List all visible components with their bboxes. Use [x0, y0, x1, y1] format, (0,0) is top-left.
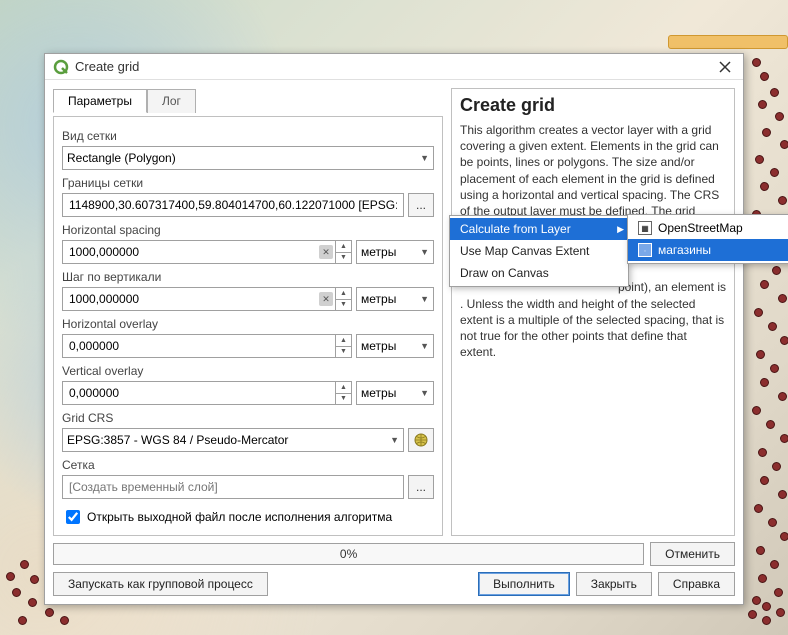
create-grid-dialog: Create grid Параметры Лог Вид сетки Rect… [44, 53, 744, 605]
vspacing-unit[interactable]: метры▼ [356, 287, 434, 311]
spin-steppers[interactable]: ▲▼ [335, 335, 351, 357]
output-options-button[interactable]: ... [408, 475, 434, 499]
crs-label: Grid CRS [62, 411, 434, 425]
chevron-down-icon: ▼ [420, 153, 429, 163]
step-up-icon[interactable]: ▲ [336, 241, 351, 253]
step-up-icon[interactable]: ▲ [336, 335, 351, 347]
vspacing-input[interactable]: ✕ ▲▼ [62, 287, 352, 311]
close-icon [719, 61, 731, 73]
progress-bar: 0% [53, 543, 644, 565]
voverlay-value[interactable] [67, 385, 317, 401]
progress-text: 0% [340, 547, 357, 561]
parameters-form: Вид сетки Rectangle (Polygon) ▼ Границы … [53, 116, 443, 536]
titlebar: Create grid [45, 54, 743, 80]
ellipsis-icon: ... [416, 480, 426, 494]
window-title: Create grid [75, 59, 715, 74]
hoverlay-unit[interactable]: метры▼ [356, 334, 434, 358]
submenu-layer-osm[interactable]: ▦ OpenStreetMap [628, 217, 788, 239]
qgis-icon [53, 59, 69, 75]
help-title: Create grid [460, 95, 726, 116]
step-up-icon[interactable]: ▲ [336, 382, 351, 394]
left-pane: Параметры Лог Вид сетки Rectangle (Polyg… [53, 88, 443, 536]
extent-value[interactable] [67, 197, 399, 213]
close-button[interactable] [715, 57, 735, 77]
close-button[interactable]: Закрыть [576, 572, 652, 596]
hspacing-value[interactable] [67, 244, 317, 260]
run-button[interactable]: Выполнить [478, 572, 570, 596]
menu-draw-on-canvas[interactable]: Draw on Canvas [450, 262, 628, 284]
step-down-icon[interactable]: ▼ [336, 394, 351, 405]
chevron-down-icon: ▼ [390, 435, 399, 445]
extent-input[interactable] [62, 193, 404, 217]
road-badge [668, 35, 788, 49]
point-layer-icon: ∙ [638, 243, 652, 257]
output-label: Сетка [62, 458, 434, 472]
open-after-checkbox[interactable] [66, 510, 80, 524]
menu-use-canvas-extent[interactable]: Use Map Canvas Extent [450, 240, 628, 262]
output-value[interactable] [67, 479, 399, 495]
step-down-icon[interactable]: ▼ [336, 300, 351, 311]
ellipsis-icon: ... [416, 198, 426, 212]
cancel-button[interactable]: Отменить [650, 542, 735, 566]
extent-options-button[interactable]: ... [408, 193, 434, 217]
menu-calc-from-layer[interactable]: Calculate from Layer ▶ [450, 218, 628, 240]
hoverlay-value[interactable] [67, 338, 317, 354]
tab-log[interactable]: Лог [147, 89, 196, 113]
clear-icon[interactable]: ✕ [319, 292, 333, 306]
submenu-layer-shops[interactable]: ∙ магазины [628, 239, 788, 261]
help-paragraph-3: . Unless the width and height of the sel… [460, 296, 726, 361]
chevron-right-icon: ▶ [617, 224, 624, 235]
extent-label: Границы сетки [62, 176, 434, 190]
hspacing-label: Horizontal spacing [62, 223, 434, 237]
voverlay-unit[interactable]: метры▼ [356, 381, 434, 405]
clear-icon[interactable]: ✕ [319, 245, 333, 259]
batch-button[interactable]: Запускать как групповой процесс [53, 572, 268, 596]
open-after-label: Открыть выходной файл после исполнения а… [87, 510, 392, 524]
spin-steppers[interactable]: ▲▼ [335, 241, 351, 263]
crs-value: EPSG:3857 - WGS 84 / Pseudo-Mercator [67, 433, 288, 447]
raster-layer-icon: ▦ [638, 221, 652, 235]
output-input[interactable] [62, 475, 404, 499]
tabs: Параметры Лог [53, 88, 443, 112]
crs-select-button[interactable] [408, 428, 434, 452]
hspacing-input[interactable]: ✕ ▲▼ [62, 240, 352, 264]
help-button[interactable]: Справка [658, 572, 735, 596]
step-down-icon[interactable]: ▼ [336, 253, 351, 264]
step-down-icon[interactable]: ▼ [336, 347, 351, 358]
extent-menu: Calculate from Layer ▶ Use Map Canvas Ex… [449, 215, 629, 287]
crs-combo[interactable]: EPSG:3857 - WGS 84 / Pseudo-Mercator ▼ [62, 428, 404, 452]
tab-parameters[interactable]: Параметры [53, 89, 147, 113]
chevron-down-icon: ▼ [420, 247, 429, 257]
hspacing-unit[interactable]: метры▼ [356, 240, 434, 264]
spin-steppers[interactable]: ▲▼ [335, 382, 351, 404]
grid-type-combo[interactable]: Rectangle (Polygon) ▼ [62, 146, 434, 170]
voverlay-label: Vertical overlay [62, 364, 434, 378]
hoverlay-label: Horizontal overlay [62, 317, 434, 331]
grid-type-label: Вид сетки [62, 129, 434, 143]
chevron-down-icon: ▼ [420, 388, 429, 398]
hoverlay-input[interactable]: ▲▼ [62, 334, 352, 358]
voverlay-input[interactable]: ▲▼ [62, 381, 352, 405]
vspacing-value[interactable] [67, 291, 317, 307]
step-up-icon[interactable]: ▲ [336, 288, 351, 300]
vspacing-label: Шаг по вертикали [62, 270, 434, 284]
spin-steppers[interactable]: ▲▼ [335, 288, 351, 310]
help-pane: Create grid This algorithm creates a vec… [451, 88, 735, 536]
chevron-down-icon: ▼ [420, 341, 429, 351]
chevron-down-icon: ▼ [420, 294, 429, 304]
grid-type-value: Rectangle (Polygon) [67, 151, 176, 165]
globe-icon [413, 432, 429, 448]
layer-submenu: ▦ OpenStreetMap ∙ магазины [627, 214, 788, 264]
